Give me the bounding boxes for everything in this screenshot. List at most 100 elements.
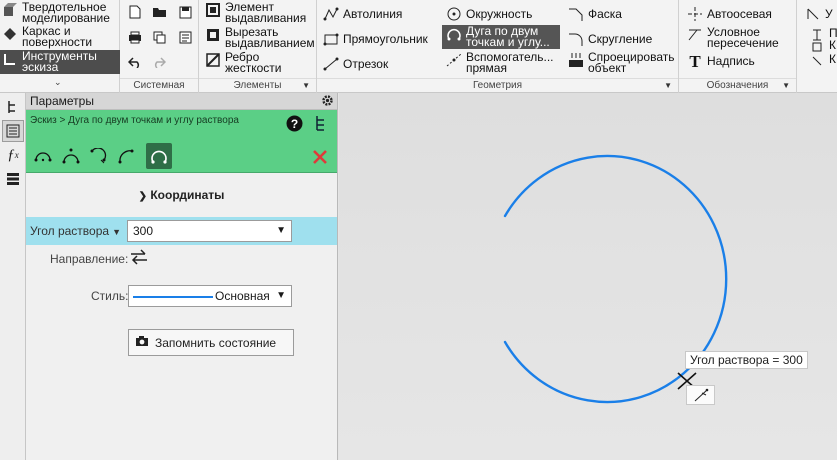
angle-row: Угол раствора ▼ 300 ▼: [26, 217, 337, 245]
parameters-icon[interactable]: [2, 120, 24, 142]
layers-icon[interactable]: [2, 168, 24, 190]
command-header: Эскиз > Дуга по двум точкам и углу раств…: [26, 110, 337, 173]
angle-tooltip: Угол раствора = 300: [685, 351, 808, 369]
arc-variant-1-icon[interactable]: [32, 145, 54, 167]
cutoff-item-1[interactable]: У: [805, 6, 833, 22]
save-icon[interactable]: [176, 3, 194, 21]
print-icon[interactable]: [126, 28, 144, 46]
mode-solid-modeling[interactable]: Твердотельное моделирование: [2, 1, 118, 24]
arc-variant-2-icon[interactable]: [60, 145, 82, 167]
arc-two-points-angle-button[interactable]: Дуга по двум точкам и углу...: [442, 25, 560, 49]
cut-extrusion-icon: [205, 27, 221, 43]
auto-axis-icon: [687, 6, 703, 22]
auxiliary-line-button[interactable]: Вспомогатель... прямая: [446, 51, 554, 74]
open-folder-icon[interactable]: [150, 3, 168, 21]
ribbon-group-notation: Автоосевая Условное пересечение T Надпись…: [679, 0, 797, 93]
project-object-icon: [568, 52, 584, 68]
circle-icon: [446, 6, 462, 22]
parameters-panel: Параметры Эскиз > Дуга по двум точкам и …: [26, 93, 338, 460]
ribbon-group-elements: Элемент выдавливания Вырезать выдавливание…: [199, 0, 317, 93]
model-tree-icon[interactable]: [2, 96, 24, 118]
variables-fx-icon[interactable]: ƒx: [2, 144, 24, 166]
cut-extrusion-button[interactable]: Вырезать выдавливанием: [205, 26, 315, 49]
panel-title: Параметры: [30, 94, 94, 108]
camera-icon: [135, 335, 149, 350]
group-label-geometry: Геометрия ▼: [317, 78, 678, 93]
mode-wireframe-surfaces[interactable]: Каркас и поверхности: [2, 25, 118, 48]
breadcrumb: Эскиз > Дуга по двум точкам и углу раств…: [30, 115, 239, 126]
angle-icon: [805, 6, 821, 22]
copy-icon[interactable]: [150, 28, 168, 46]
chamfer-button[interactable]: Фаска: [568, 6, 622, 22]
circle-button[interactable]: Окружность: [446, 6, 532, 22]
arc-variant-4-icon[interactable]: [116, 145, 138, 167]
ribbon-group-cutoff: У П К К: [797, 0, 837, 93]
auto-axis-button[interactable]: Автоосевая: [687, 6, 772, 22]
group-label-system: Системная: [120, 78, 198, 93]
arc-variant-3-icon[interactable]: [88, 145, 110, 167]
style-select[interactable]: Основная ▼: [128, 285, 292, 307]
ribbon: Твердотельное моделирование Каркас и повер…: [0, 0, 837, 93]
angle-label[interactable]: Угол раствора ▼: [30, 224, 121, 238]
help-icon[interactable]: ?: [283, 112, 305, 134]
autoline-button[interactable]: Автолиния: [323, 6, 402, 22]
ribbon-group-geometry: Автолиния Прямоугольник Отрезок Окружнос…: [317, 0, 679, 93]
new-file-icon[interactable]: [126, 3, 144, 21]
ribbon-group-system: Системная: [120, 0, 199, 93]
conditional-intersection-icon: [687, 27, 703, 43]
redo-icon[interactable]: [150, 53, 168, 71]
angle-input[interactable]: 300 ▼: [127, 220, 292, 242]
group-expand-icon[interactable]: ▼: [302, 79, 310, 93]
wireframe-icon: [2, 26, 18, 42]
extrusion-button[interactable]: Элемент выдавливания: [205, 1, 306, 24]
tree-structure-icon[interactable]: [310, 112, 332, 134]
direction-label: Направление:: [50, 252, 129, 266]
rectangle-icon: [323, 31, 339, 47]
left-toolbar: ƒx: [0, 93, 26, 460]
segment-icon: [323, 56, 339, 72]
chamfer-icon: [568, 6, 584, 22]
extrusion-icon: [205, 2, 221, 18]
expand-chevron-icon[interactable]: ⌄: [54, 77, 62, 88]
dropdown-arrow-icon[interactable]: ▼: [276, 221, 286, 241]
mode-sketch-tools[interactable]: Инструменты эскиза: [0, 50, 120, 74]
autoline-icon: [323, 6, 339, 22]
cutoff-item-4[interactable]: К: [809, 53, 836, 69]
conditional-intersection-button[interactable]: Условное пересечение: [687, 26, 779, 49]
rib-button[interactable]: Ребро жесткости: [205, 51, 281, 74]
arc-two-points-angle-mode-icon[interactable]: [146, 143, 172, 169]
project-object-button[interactable]: Спроецировать объект: [568, 51, 675, 74]
chevron-down-icon: ❯: [138, 191, 147, 202]
segment-button[interactable]: Отрезок: [323, 56, 388, 72]
properties-icon[interactable]: [176, 28, 194, 46]
undo-icon[interactable]: [126, 53, 144, 71]
save-state-button[interactable]: Запомнить состояние: [128, 329, 294, 356]
sketch-svg: [503, 154, 728, 404]
arc-two-points-angle-icon: [446, 26, 462, 42]
rectangle-button[interactable]: Прямоугольник: [323, 31, 428, 47]
fillet-icon: [568, 31, 584, 47]
text-t-icon: T: [689, 51, 701, 71]
fillet-button[interactable]: Скругление: [568, 31, 652, 47]
swap-direction-icon[interactable]: [130, 249, 148, 268]
triangle-down-icon: ▼: [112, 227, 121, 237]
group-expand-icon[interactable]: ▼: [664, 79, 672, 93]
sketch-tools-icon: [2, 51, 18, 67]
rib-icon: [205, 52, 221, 68]
drawing-canvas[interactable]: Угол раствора = 300: [339, 93, 837, 460]
ribbon-group-modes: Твердотельное моделирование Каркас и повер…: [0, 0, 120, 93]
group-expand-icon[interactable]: ▼: [782, 79, 790, 93]
solid-modeling-icon: [2, 2, 18, 18]
group-label-notation: Обозначения ▼: [679, 78, 796, 93]
dimension-icon: [809, 53, 825, 69]
group-label-elements: Элементы ▼: [199, 78, 316, 93]
auxiliary-line-icon: [446, 52, 462, 68]
line-style-sample: [133, 296, 213, 298]
panel-title-bar: Параметры: [26, 93, 337, 110]
style-label: Стиль:: [91, 289, 129, 303]
dropdown-arrow-icon[interactable]: ▼: [276, 286, 286, 306]
coordinates-section-header[interactable]: ❯ Координаты: [26, 188, 337, 202]
cursor-hint: [686, 385, 715, 405]
text-label-button[interactable]: T Надпись: [687, 51, 754, 71]
close-icon[interactable]: [309, 146, 331, 168]
